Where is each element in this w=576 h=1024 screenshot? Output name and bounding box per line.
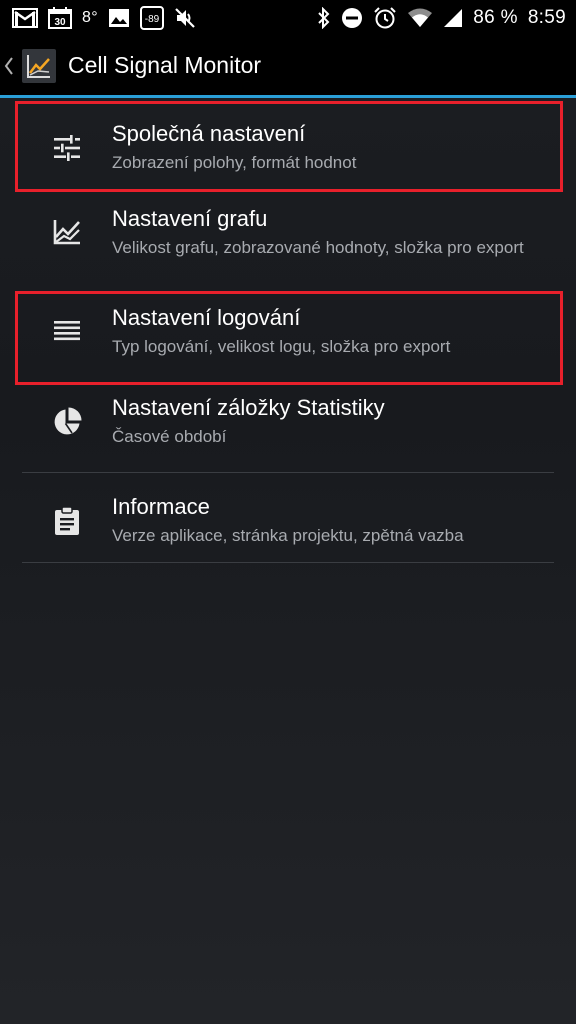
setting-item-graph[interactable]: Nastavení grafu Velikost grafu, zobrazov… (0, 193, 576, 293)
setting-item-common[interactable]: Společná nastavení Zobrazení polohy, for… (0, 101, 576, 193)
battery-percentage: 86 % (473, 7, 518, 28)
pie-chart-icon (50, 405, 84, 439)
divider (22, 562, 554, 563)
setting-summary: Velikost grafu, zobrazované hodnoty, slo… (112, 238, 524, 257)
setting-text-info: Informace Verze aplikace, stránka projek… (112, 493, 464, 547)
setting-title: Informace (112, 494, 210, 519)
calendar-day-text: 30 (54, 17, 66, 28)
gmail-notification-icon (12, 8, 38, 28)
setting-item-info[interactable]: Informace Verze aplikace, stránka projek… (0, 473, 576, 563)
setting-summary: Typ logování, velikost logu, složka pro … (112, 337, 451, 356)
app-logo-icon[interactable] (22, 48, 56, 83)
clipboard-icon (50, 504, 84, 538)
setting-title: Nastavení záložky Statistiky (112, 395, 385, 420)
setting-title: Nastavení logování (112, 305, 301, 330)
back-chevron-icon[interactable] (4, 56, 18, 76)
calendar-icon: 30 (48, 7, 72, 29)
mute-icon (174, 7, 196, 29)
bluetooth-icon (317, 7, 331, 29)
wifi-icon (407, 8, 433, 28)
setting-text-logging: Nastavení logování Typ logování, velikos… (112, 304, 450, 358)
line-chart-icon (50, 215, 84, 249)
list-lines-icon (50, 314, 84, 348)
settings-list: Společná nastavení Zobrazení polohy, for… (0, 101, 576, 563)
weather-temperature: 8° (82, 9, 98, 26)
setting-summary: Zobrazení polohy, formát hodnot (112, 153, 357, 172)
setting-text-common: Společná nastavení Zobrazení polohy, for… (112, 120, 356, 174)
tune-sliders-icon (50, 131, 84, 165)
image-icon (108, 8, 130, 28)
alarm-icon (373, 6, 397, 30)
do-not-disturb-icon (341, 7, 363, 29)
status-bar: 30 8° -89 86 % 8:59 (0, 0, 576, 36)
app-title: Cell Signal Monitor (68, 52, 262, 78)
signal-badge-icon: -89 (139, 6, 164, 30)
setting-title: Společná nastavení (112, 121, 306, 146)
screen: 30 8° -89 86 % 8:59 Cell Signal Monitor … (0, 0, 576, 1024)
status-bar-left: 30 8° -89 (12, 6, 196, 30)
setting-text-graph: Nastavení grafu Velikost grafu, zobrazov… (112, 205, 524, 259)
cell-signal-icon (443, 8, 463, 28)
setting-item-logging[interactable]: Nastavení logování Typ logování, velikos… (0, 293, 576, 383)
setting-title: Nastavení grafu (112, 206, 268, 231)
setting-summary: Verze aplikace, stránka projektu, zpětná… (112, 526, 464, 545)
app-bar: Cell Signal Monitor (0, 36, 576, 98)
setting-text-statistics: Nastavení záložky Statistiky Časové obdo… (112, 394, 385, 448)
status-bar-right: 86 % 8:59 (317, 6, 566, 30)
setting-item-statistics[interactable]: Nastavení záložky Statistiky Časové obdo… (0, 383, 576, 473)
clock-time: 8:59 (527, 7, 566, 28)
signal-badge-text: -89 (145, 14, 160, 25)
setting-summary: Časové období (112, 427, 227, 446)
